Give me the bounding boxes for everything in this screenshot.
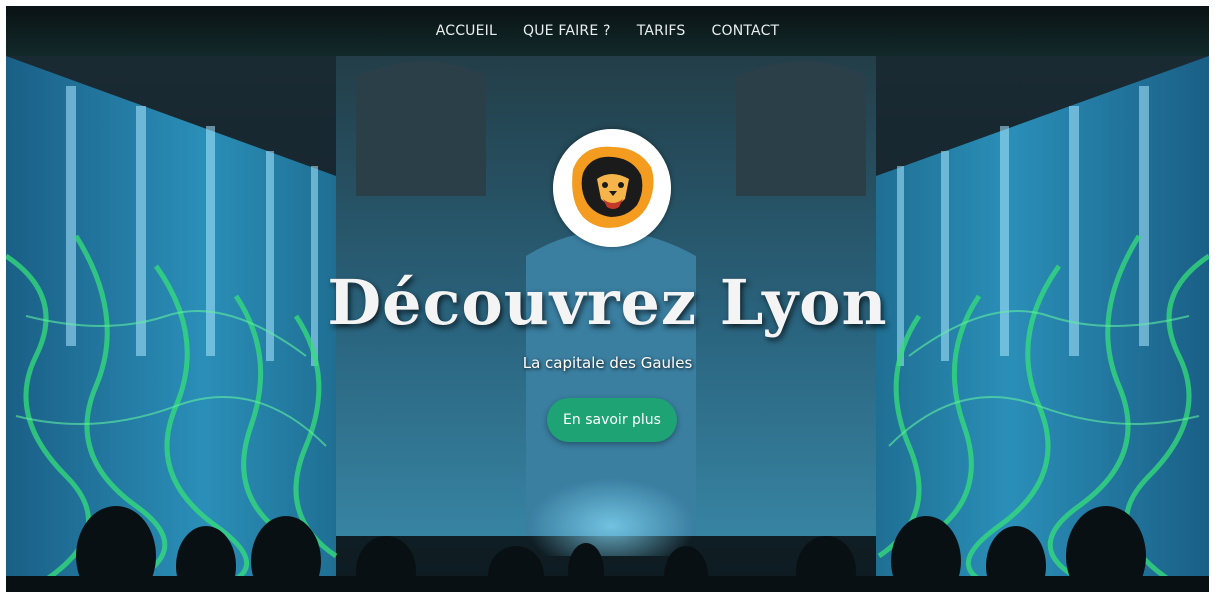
- hero-section: Découvrez Lyon La capitale des Gaules En…: [6, 56, 1209, 592]
- page-frame: ACCUEIL QUE FAIRE ? TARIFS CONTACT Décou…: [6, 6, 1209, 592]
- lion-head-icon: [553, 129, 671, 247]
- nav-link-que-faire[interactable]: QUE FAIRE ?: [523, 23, 611, 39]
- lion-logo[interactable]: [553, 129, 671, 247]
- nav-link-tarifs[interactable]: TARIFS: [637, 23, 686, 39]
- hero-subtitle: La capitale des Gaules: [522, 354, 693, 372]
- learn-more-button[interactable]: En savoir plus: [547, 398, 677, 442]
- hero-title: Découvrez Lyon: [327, 266, 888, 339]
- nav-link-contact[interactable]: CONTACT: [712, 23, 780, 39]
- nav-link-accueil[interactable]: ACCUEIL: [436, 23, 497, 39]
- main-navbar: ACCUEIL QUE FAIRE ? TARIFS CONTACT: [6, 6, 1209, 56]
